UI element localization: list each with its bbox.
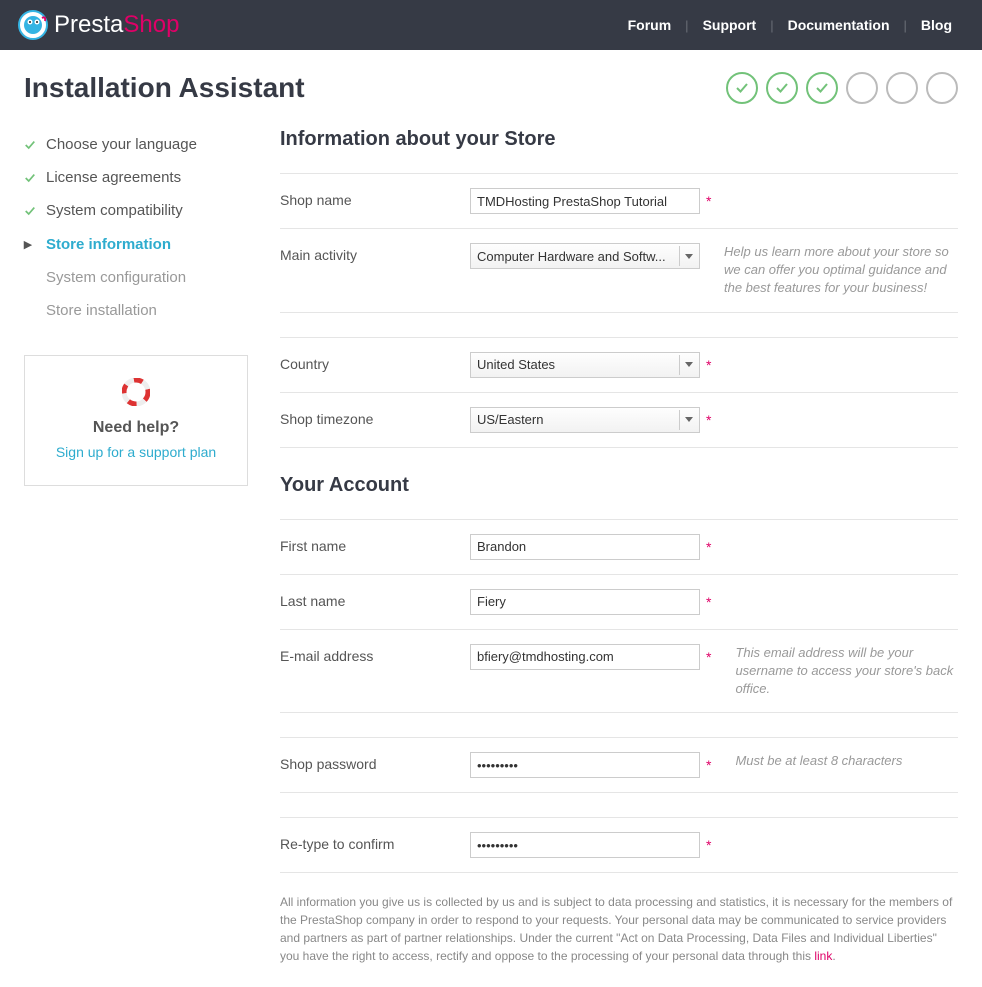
disclaimer-text: All information you give us is collected…: [280, 893, 958, 965]
check-icon: [24, 205, 40, 217]
step-label: License agreements: [46, 169, 181, 186]
section-your-account-title: Your Account: [280, 474, 958, 497]
required-marker: *: [706, 757, 711, 773]
step-system-compatibility[interactable]: System compatibility: [24, 194, 248, 227]
chevron-right-icon: ▸: [24, 235, 40, 253]
check-icon: [24, 172, 40, 184]
country-select[interactable]: United States: [470, 352, 700, 378]
required-marker: *: [706, 539, 711, 555]
step-store-information[interactable]: ▸ Store information: [24, 227, 248, 261]
page-title: Installation Assistant: [24, 72, 305, 104]
field-last-name: Last name *: [280, 575, 958, 630]
field-email: E-mail address * This email address will…: [280, 630, 958, 714]
timezone-select[interactable]: US/Eastern: [470, 407, 700, 433]
logo-text: PrestaShop: [54, 11, 179, 39]
nav-forum[interactable]: Forum: [616, 17, 684, 33]
main-activity-value: Computer Hardware and Softw...: [477, 249, 679, 264]
chevron-down-icon: [679, 355, 697, 375]
logo: PrestaShop: [18, 10, 179, 40]
nav-blog[interactable]: Blog: [909, 17, 964, 33]
password-input[interactable]: [470, 752, 700, 778]
field-shop-name: Shop name *: [280, 173, 958, 229]
main-activity-help: Help us learn more about your store so w…: [724, 243, 954, 298]
last-name-label: Last name: [280, 589, 470, 609]
chevron-down-icon: [679, 410, 697, 430]
required-marker: *: [706, 594, 711, 610]
progress-indicator: [726, 72, 958, 104]
disclaimer-link[interactable]: link: [814, 949, 832, 963]
main-form: Information about your Store Shop name *…: [280, 128, 958, 965]
step-label: Store installation: [46, 302, 157, 319]
field-password: Shop password * Must be at least 8 chara…: [280, 737, 958, 793]
section-store-info-title: Information about your Store: [280, 128, 958, 151]
required-marker: *: [706, 837, 711, 853]
field-password-confirm: Re-type to confirm *: [280, 817, 958, 873]
nav-support[interactable]: Support: [691, 17, 769, 33]
password-confirm-input[interactable]: [470, 832, 700, 858]
top-navigation: Forum | Support | Documentation | Blog: [616, 17, 964, 33]
prestashop-logo-icon: [18, 10, 48, 40]
country-value: United States: [477, 357, 679, 372]
step-choose-language[interactable]: Choose your language: [24, 128, 248, 161]
email-label: E-mail address: [280, 644, 470, 664]
nav-documentation[interactable]: Documentation: [776, 17, 902, 33]
field-timezone: Shop timezone US/Eastern *: [280, 393, 958, 448]
timezone-value: US/Eastern: [477, 412, 679, 427]
step-label: System compatibility: [46, 202, 183, 219]
required-marker: *: [706, 649, 711, 665]
progress-step-6-pending: [926, 72, 958, 104]
help-title: Need help?: [43, 419, 229, 437]
progress-step-1-done: [726, 72, 758, 104]
shop-name-label: Shop name: [280, 188, 470, 208]
field-main-activity: Main activity Computer Hardware and Soft…: [280, 229, 958, 313]
progress-step-5-pending: [886, 72, 918, 104]
topbar: PrestaShop Forum | Support | Documentati…: [0, 0, 982, 50]
progress-step-2-done: [766, 72, 798, 104]
timezone-label: Shop timezone: [280, 407, 470, 427]
step-label: Choose your language: [46, 136, 197, 153]
first-name-label: First name: [280, 534, 470, 554]
check-icon: [24, 139, 40, 151]
required-marker: *: [706, 193, 711, 209]
chevron-down-icon: [679, 246, 697, 266]
steps-list: Choose your language License agreements …: [24, 128, 248, 327]
step-label: System configuration: [46, 269, 186, 286]
progress-step-3-done: [806, 72, 838, 104]
step-store-installation: Store installation: [24, 294, 248, 327]
password-label: Shop password: [280, 752, 470, 772]
step-license-agreements[interactable]: License agreements: [24, 161, 248, 194]
sidebar: Choose your language License agreements …: [24, 128, 248, 965]
field-first-name: First name *: [280, 519, 958, 575]
shop-name-input[interactable]: [470, 188, 700, 214]
step-label: Store information: [46, 236, 171, 253]
help-box: Need help? Sign up for a support plan: [24, 355, 248, 486]
required-marker: *: [706, 357, 711, 373]
email-help: This email address will be your username…: [735, 644, 958, 699]
password-help: Must be at least 8 characters: [735, 752, 902, 770]
password-confirm-label: Re-type to confirm: [280, 832, 470, 852]
first-name-input[interactable]: [470, 534, 700, 560]
main-activity-select[interactable]: Computer Hardware and Softw...: [470, 243, 700, 269]
progress-step-4-pending: [846, 72, 878, 104]
lifering-icon: [122, 378, 150, 406]
step-system-configuration: System configuration: [24, 261, 248, 294]
last-name-input[interactable]: [470, 589, 700, 615]
required-marker: *: [706, 412, 711, 428]
country-label: Country: [280, 352, 470, 372]
field-country: Country United States *: [280, 337, 958, 393]
help-signup-link[interactable]: Sign up for a support plan: [56, 444, 216, 460]
email-input[interactable]: [470, 644, 700, 670]
main-activity-label: Main activity: [280, 243, 470, 263]
